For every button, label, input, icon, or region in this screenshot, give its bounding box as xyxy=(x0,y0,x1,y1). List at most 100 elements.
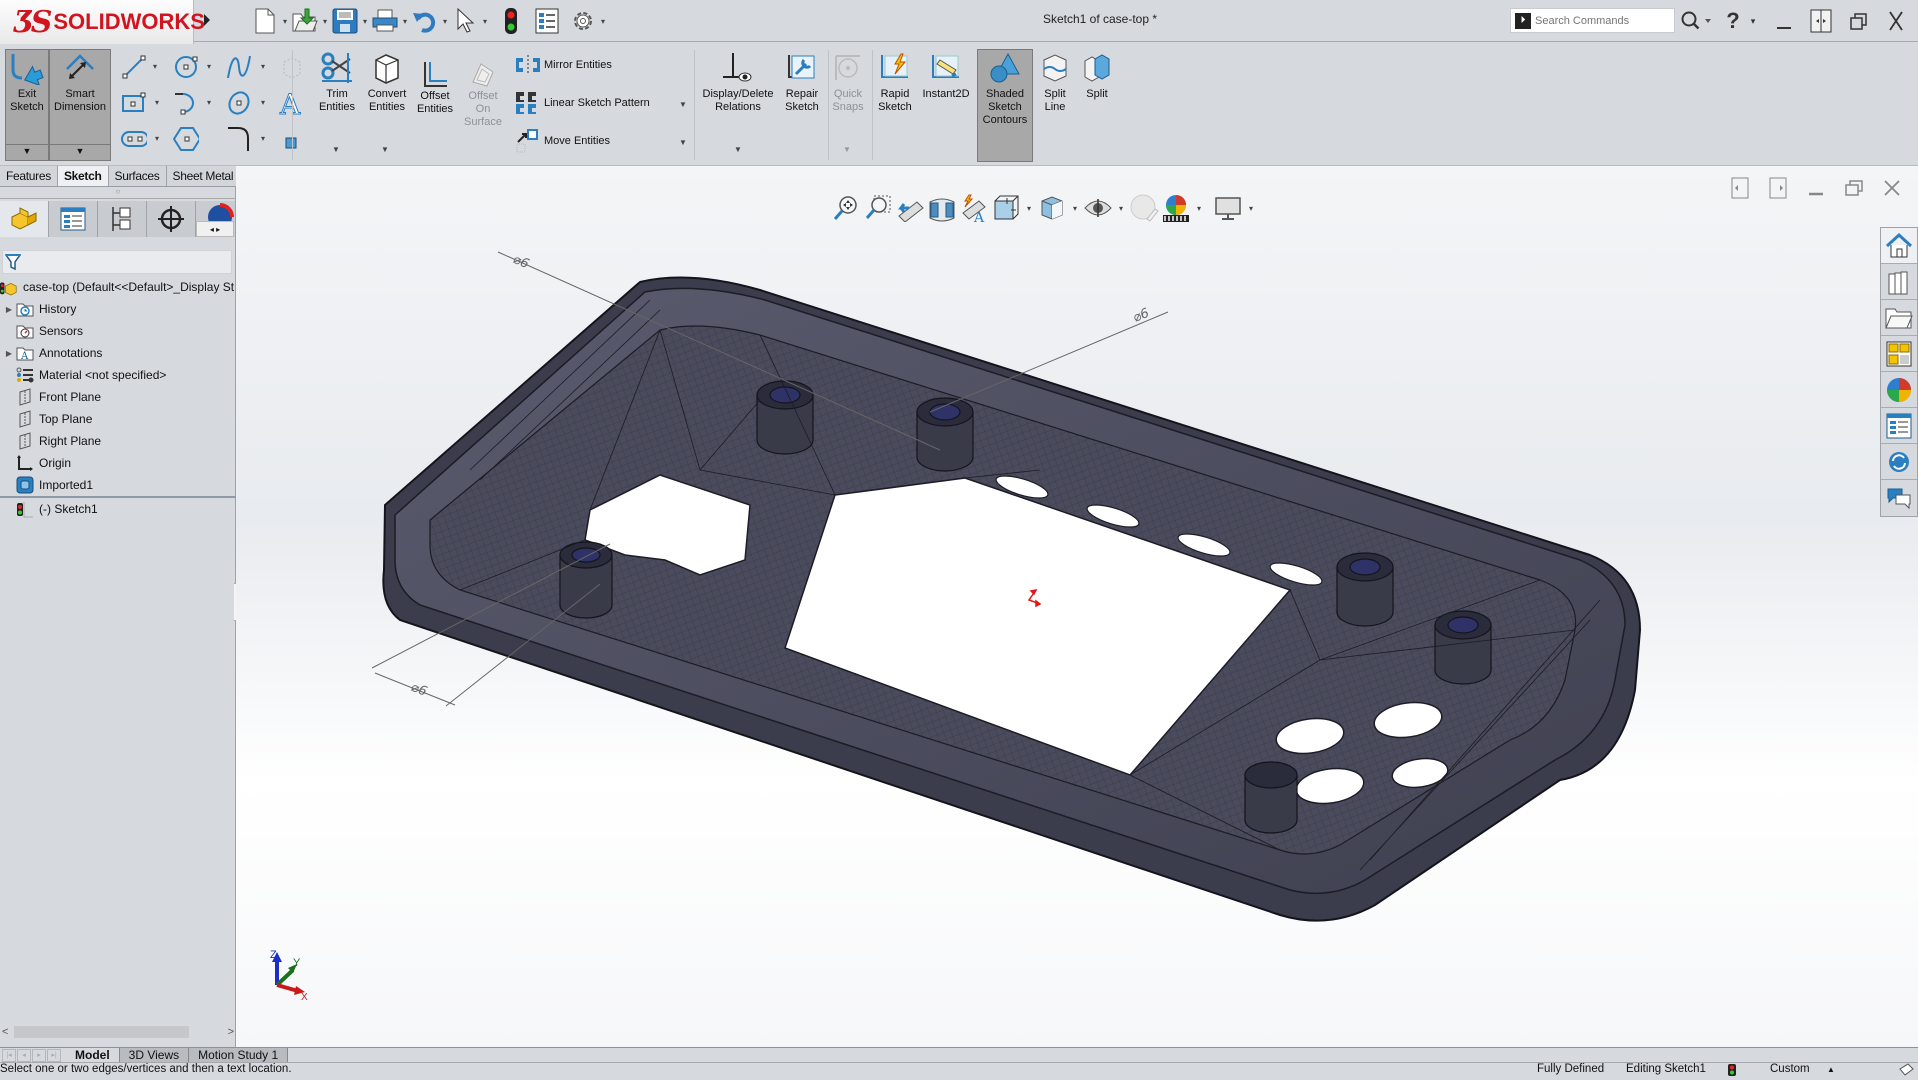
smart-dimension-button[interactable]: Smart Dimension ▼ xyxy=(49,49,111,161)
repair-sketch-button[interactable]: Repair Sketch xyxy=(781,50,823,114)
rectangle-dropdown[interactable]: ▾ xyxy=(152,98,162,107)
new-document-button[interactable] xyxy=(250,6,280,36)
linear-sketch-pattern-button[interactable]: Linear Sketch Pattern xyxy=(514,90,650,116)
select-dropdown[interactable]: ▾ xyxy=(480,17,490,26)
trim-entities-button[interactable]: Trim Entities xyxy=(314,50,360,114)
circle-dropdown[interactable]: ▾ xyxy=(204,62,214,71)
dimxpert-manager-tab[interactable] xyxy=(147,201,196,237)
help-dropdown[interactable]: ▾ xyxy=(1746,6,1760,36)
tree-item-material-not-specified[interactable]: Material <not specified> xyxy=(0,364,236,386)
line-dropdown[interactable]: ▾ xyxy=(150,62,160,71)
help-button[interactable]: ? xyxy=(1720,6,1746,36)
close-button[interactable] xyxy=(1882,6,1910,36)
hide-show-items-button[interactable] xyxy=(1082,192,1114,224)
custom-properties-tab[interactable] xyxy=(1881,408,1917,444)
move-entities-button[interactable]: Move Entities xyxy=(514,128,610,154)
tab-features[interactable]: Features xyxy=(0,166,58,186)
view-orientation-button[interactable] xyxy=(990,192,1022,224)
fillet-dropdown[interactable]: ▾ xyxy=(258,134,268,143)
exit-sketch-button[interactable]: Exit Sketch ▼ xyxy=(5,49,49,161)
tree-item-annotations[interactable]: ▶ A Annotations xyxy=(0,342,236,364)
shaded-sketch-contours-button[interactable]: Shaded Sketch Contours xyxy=(977,49,1033,162)
move-dropdown[interactable]: ▼ xyxy=(678,138,688,147)
file-explorer-tab[interactable] xyxy=(1881,300,1917,336)
arc-tool[interactable] xyxy=(173,90,199,116)
forum-tab[interactable] xyxy=(1881,444,1917,480)
menu-expand-arrow-icon[interactable] xyxy=(202,10,212,30)
pattern-dropdown[interactable]: ▼ xyxy=(678,100,688,109)
panel-splitter[interactable]: ○ xyxy=(0,187,236,199)
view-settings-button[interactable] xyxy=(1212,192,1244,224)
section-view-button[interactable] xyxy=(926,192,958,224)
dimension-label-3[interactable]: ⌀6 xyxy=(409,680,430,700)
spline-tool[interactable] xyxy=(226,54,252,80)
rapid-sketch-button[interactable]: Rapid Sketch xyxy=(876,50,914,114)
save-dropdown[interactable]: ▾ xyxy=(360,17,370,26)
panel-tab-scroll[interactable]: ◂ ▸ xyxy=(196,221,234,237)
edit-appearance-button[interactable] xyxy=(1128,192,1160,224)
tree-item-sensors[interactable]: Sensors xyxy=(0,320,236,342)
restore-button[interactable] xyxy=(1846,6,1872,36)
tab-sheet-metal[interactable]: Sheet Metal xyxy=(166,166,241,186)
bottom-tab-motion-study-1[interactable]: Motion Study 1 xyxy=(189,1048,289,1062)
undo-button[interactable] xyxy=(410,6,440,36)
next-tab-arrow[interactable]: ▸ xyxy=(32,1048,46,1062)
options-button[interactable] xyxy=(568,6,598,36)
fillet-tool[interactable] xyxy=(226,126,252,152)
print-dropdown[interactable]: ▾ xyxy=(400,17,410,26)
arc-dropdown[interactable]: ▾ xyxy=(204,98,214,107)
display-delete-relations-button[interactable]: Display/Delete Relations xyxy=(700,50,776,114)
tree-item-front-plane[interactable]: Front Plane xyxy=(0,386,236,408)
tile-button[interactable] xyxy=(1808,6,1834,36)
viewport-minimize-button[interactable] xyxy=(1804,176,1828,200)
dimension-label-2[interactable]: ⌀6 xyxy=(1131,306,1152,326)
spline-dropdown[interactable]: ▾ xyxy=(258,62,268,71)
offset-on-surface-button[interactable]: Offset On Surface xyxy=(460,60,506,129)
search-commands-box[interactable]: ⏵ xyxy=(1510,8,1675,33)
tree-item-imported1[interactable]: Imported1 xyxy=(0,474,236,496)
rebuild-status-icon[interactable] xyxy=(1728,1064,1736,1080)
open-button[interactable] xyxy=(290,6,320,36)
bottom-tab-3d-views[interactable]: 3D Views xyxy=(119,1048,190,1062)
viewport-restore-button[interactable] xyxy=(1842,176,1866,200)
tree-item-sketch1[interactable]: (-) Sketch1 xyxy=(0,498,236,520)
quick-snaps-button[interactable]: Quick Snaps xyxy=(830,50,866,114)
tree-filter[interactable] xyxy=(2,250,232,274)
viewport-tile-right-button[interactable] xyxy=(1766,176,1790,200)
open-dropdown[interactable]: ▾ xyxy=(320,17,330,26)
ellipse-tool[interactable] xyxy=(226,90,252,116)
new-dropdown[interactable]: ▾ xyxy=(280,17,290,26)
rectangle-tool[interactable] xyxy=(121,90,147,116)
expand-arrow-icon[interactable]: ▶ xyxy=(2,349,16,358)
display-style-dropdown[interactable]: ▾ xyxy=(1070,204,1080,213)
split-line-button[interactable]: Split Line xyxy=(1038,50,1072,114)
tab-surfaces[interactable]: Surfaces xyxy=(108,166,167,186)
scene-dropdown[interactable]: ▾ xyxy=(1194,204,1204,213)
tree-root-part[interactable]: case-top (Default<<Default>_Display St xyxy=(0,276,236,298)
tree-item-top-plane[interactable]: Top Plane xyxy=(0,408,236,430)
ellipse-dropdown[interactable]: ▾ xyxy=(258,98,268,107)
save-button[interactable] xyxy=(330,6,360,36)
instant2d-button[interactable]: Instant2D xyxy=(918,50,974,101)
slot-dropdown[interactable]: ▾ xyxy=(152,134,162,143)
convert-entities-button[interactable]: Convert Entities xyxy=(363,50,411,114)
exit-sketch-dropdown[interactable]: ▼ xyxy=(6,144,48,158)
trim-dropdown[interactable]: ▼ xyxy=(331,145,341,154)
minimize-button[interactable] xyxy=(1772,6,1796,36)
solidworks-logo[interactable]: ƷS SOLIDWORKS xyxy=(0,0,205,44)
previous-view-button[interactable] xyxy=(894,192,926,224)
dynamic-annotation-views-button[interactable]: A xyxy=(958,192,990,224)
view-settings-dropdown[interactable]: ▾ xyxy=(1246,204,1256,213)
tree-horizontal-scrollbar[interactable]: < > xyxy=(0,1024,236,1040)
solidworks-resources-tab[interactable] xyxy=(1881,228,1917,264)
point-tool[interactable] xyxy=(278,130,304,156)
display-style-button[interactable] xyxy=(1036,192,1068,224)
convert-dropdown[interactable]: ▼ xyxy=(380,145,390,154)
appearances-tab[interactable] xyxy=(1881,372,1917,408)
mirror-entities-button[interactable]: Mirror Entities xyxy=(514,52,612,78)
rebuild-button[interactable] xyxy=(496,6,526,36)
smart-dimension-dropdown[interactable]: ▼ xyxy=(50,144,110,158)
unit-system-arrow[interactable]: ▲ xyxy=(1827,1063,1835,1076)
configuration-manager-tab[interactable] xyxy=(98,201,147,237)
last-tab-arrow[interactable]: ▸| xyxy=(47,1048,61,1062)
